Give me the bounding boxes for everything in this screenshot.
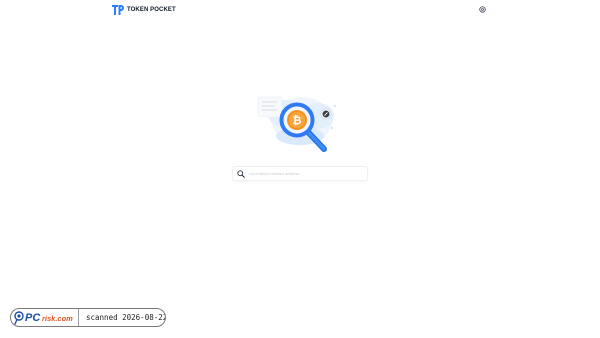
pcrisk-logo: PC risk.com	[11, 309, 79, 326]
pcrisk-logo-icon: PC risk.com	[14, 311, 73, 325]
tp-logo-icon	[112, 5, 124, 15]
search-token-illustration: ₿	[256, 86, 346, 158]
token-contract-input[interactable]	[249, 167, 363, 180]
settings-icon	[479, 6, 486, 13]
svg-text:PC: PC	[25, 312, 41, 324]
bitcoin-icon: ₿	[287, 110, 307, 130]
small-token-icon	[320, 108, 332, 120]
brand-name: TOKEN POCKET	[127, 7, 176, 13]
svg-text:₿: ₿	[293, 114, 302, 127]
pcrisk-watermark: PC risk.com scanned 2026-08-22	[10, 308, 166, 327]
settings-button[interactable]	[478, 5, 487, 14]
token-search-illustration: ₿	[257, 96, 336, 152]
header: TOKEN POCKET	[0, 0, 600, 20]
watermark-text: scanned 2026-08-22	[86, 313, 166, 322]
token-search-box[interactable]	[232, 166, 368, 181]
document-card	[257, 96, 283, 118]
search-icon	[237, 169, 245, 178]
brand-logo[interactable]: TOKEN POCKET	[112, 5, 176, 15]
svg-text:risk.com: risk.com	[42, 314, 73, 323]
